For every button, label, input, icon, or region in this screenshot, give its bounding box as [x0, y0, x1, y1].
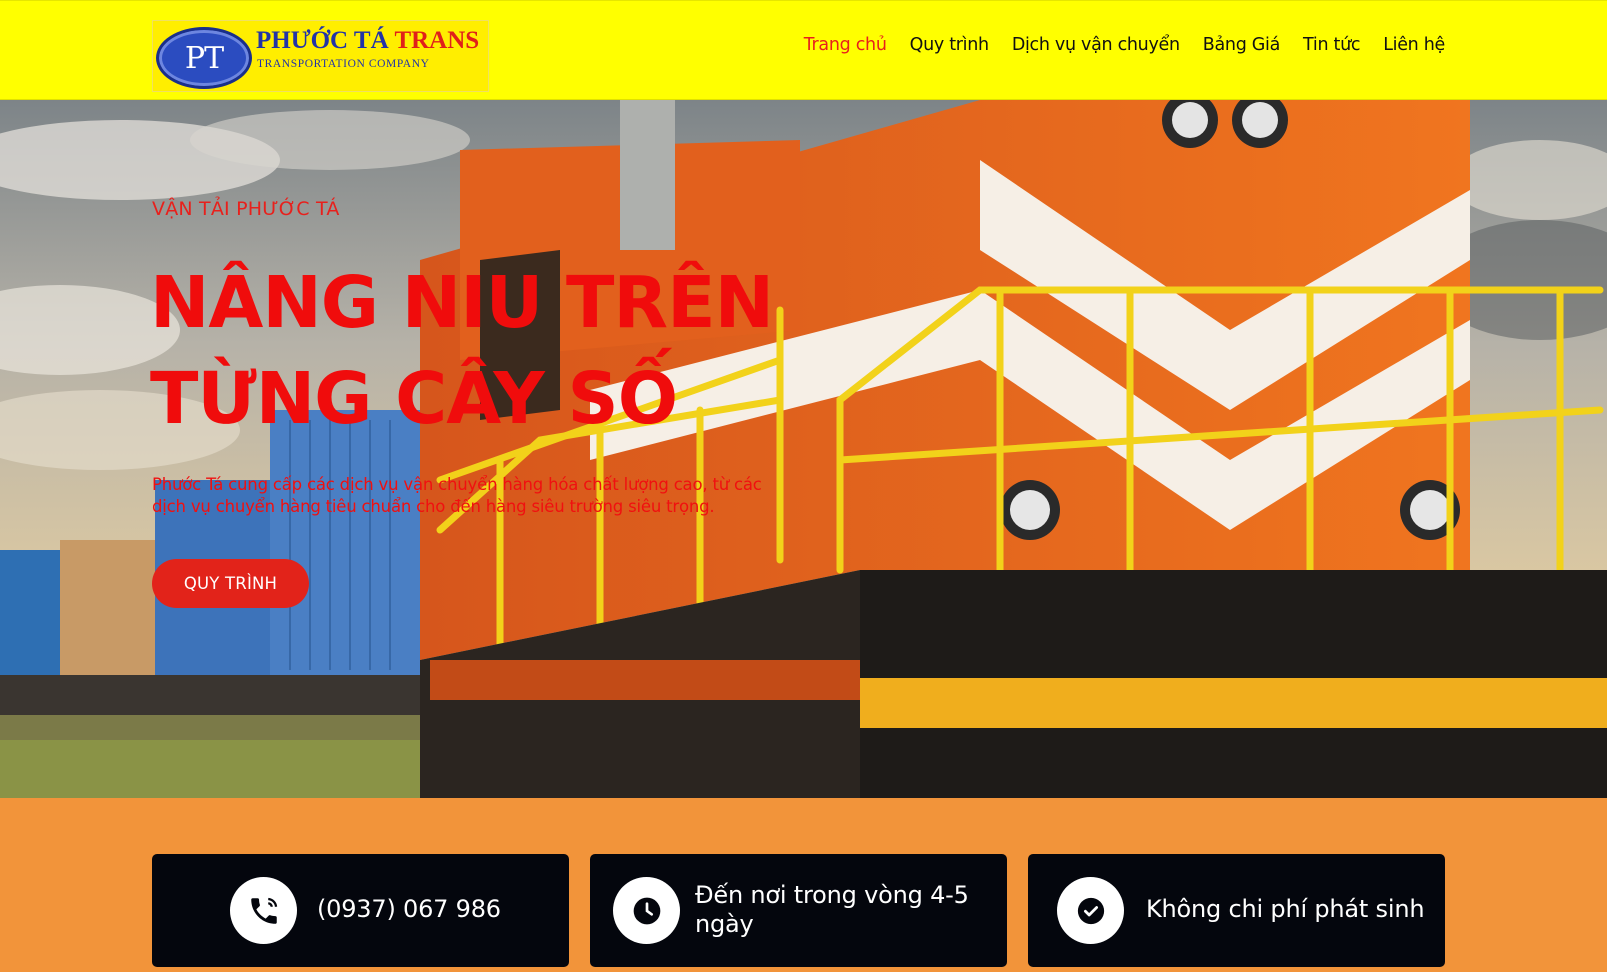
- feature-card-no-fees: Không chi phí phát sinh: [1028, 854, 1445, 967]
- company-logo[interactable]: PT PHƯỚC TÁ TRANS TRANSPORTATION COMPANY: [152, 20, 489, 92]
- logo-tagline: TRANSPORTATION COMPANY: [257, 58, 430, 70]
- nav-item-services[interactable]: Dịch vụ vận chuyển: [1012, 35, 1180, 55]
- phone-icon: [250, 897, 277, 924]
- check-circle-icon-circle: [1057, 877, 1124, 944]
- logo-name-accent: TRANS: [394, 27, 480, 54]
- feature-no-fees-text: Không chi phí phát sinh: [1146, 895, 1425, 923]
- nav-item-home[interactable]: Trang chủ: [804, 35, 887, 55]
- hero-eyebrow: VẬN TẢI PHƯỚC TÁ: [152, 198, 340, 220]
- nav-item-process[interactable]: Quy trình: [910, 35, 989, 55]
- check-circle-icon: [1077, 897, 1104, 924]
- hero-title-line-2: TỪNG CÂY SỐ: [150, 357, 678, 440]
- hero-title-line-1: NÂNG NIU TRÊN: [150, 261, 774, 344]
- nav-item-news[interactable]: Tin tức: [1303, 35, 1360, 55]
- logo-emblem: PT: [156, 27, 252, 89]
- feature-card-phone: (0937) 067 986: [152, 854, 569, 967]
- process-button[interactable]: QUY TRÌNH: [152, 559, 309, 608]
- hero-title: NÂNG NIU TRÊN TỪNG CÂY SỐ: [150, 255, 850, 447]
- logo-wordmark: PHƯỚC TÁ TRANS: [256, 27, 479, 55]
- clock-icon-circle: [613, 877, 680, 944]
- feature-card-delivery: Đến nơi trong vòng 4-5 ngày: [590, 854, 1007, 967]
- logo-name-main: PHƯỚC TÁ: [256, 27, 395, 54]
- phone-icon-circle[interactable]: [230, 877, 297, 944]
- site-header: PT PHƯỚC TÁ TRANS TRANSPORTATION COMPANY…: [0, 0, 1607, 100]
- logo-monogram: PT: [184, 40, 224, 76]
- feature-phone-text[interactable]: (0937) 067 986: [317, 895, 501, 924]
- hero-banner: VẬN TẢI PHƯỚC TÁ NÂNG NIU TRÊN TỪNG CÂY …: [0, 100, 1607, 798]
- nav-item-pricing[interactable]: Bảng Giá: [1203, 35, 1281, 55]
- nav-item-contact[interactable]: Liên hệ: [1383, 35, 1445, 55]
- hero-description: Phước Tá cung cấp các dịch vụ vận chuyển…: [152, 475, 762, 516]
- feature-delivery-text: Đến nơi trong vòng 4-5 ngày: [695, 881, 969, 938]
- clock-icon: [633, 897, 660, 924]
- features-strip: (0937) 067 986 Đến nơi trong vòng 4-5 ng…: [0, 798, 1607, 972]
- main-nav: Trang chủ Quy trình Dịch vụ vận chuyển B…: [804, 35, 1446, 55]
